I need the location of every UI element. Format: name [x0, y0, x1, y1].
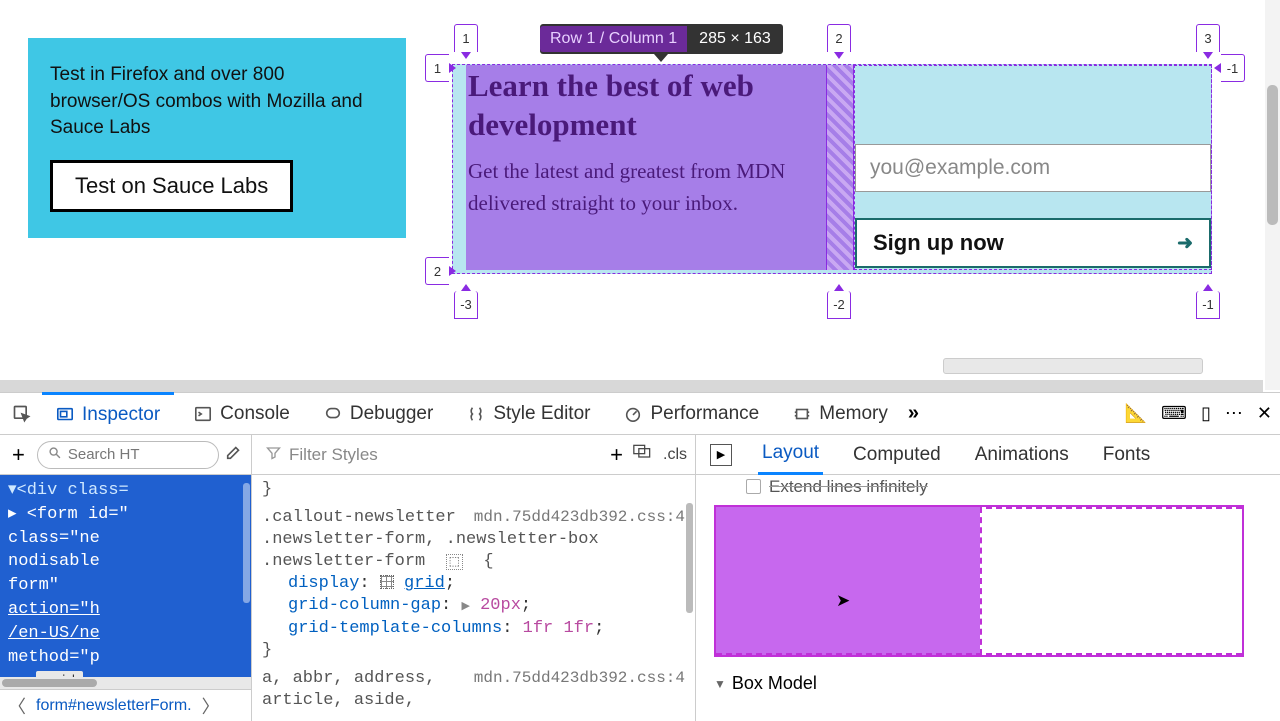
- styles-scrollbar-thumb[interactable]: [686, 503, 693, 613]
- grid-marker-row-2: 2: [425, 257, 449, 285]
- grid-marker-col-2: 2: [827, 24, 851, 52]
- html-tree-scrollbar-thumb[interactable]: [243, 483, 250, 603]
- disclosure-triangle-icon[interactable]: ▼: [714, 677, 726, 691]
- style-editor-icon: [467, 405, 485, 423]
- memory-icon: [793, 405, 811, 423]
- grid-marker-col-3: 3: [1196, 24, 1220, 52]
- debugger-icon: [324, 405, 342, 423]
- grid-marker-col-neg1: -1: [1196, 291, 1220, 319]
- dock-side-icon[interactable]: ▯: [1201, 403, 1211, 425]
- more-options-icon[interactable]: ⋯: [1225, 403, 1243, 424]
- console-icon: [194, 405, 212, 423]
- grid-marker-col-neg3: -3: [454, 291, 478, 319]
- styles-filter-input[interactable]: Filter Styles: [260, 441, 600, 469]
- devtools-toolbar: Inspector Console Debugger Style Editor …: [0, 393, 1280, 435]
- layout-tab-computed[interactable]: Computed: [849, 435, 945, 475]
- html-search-input[interactable]: Search HT: [37, 441, 219, 469]
- add-rule-button[interactable]: +: [610, 442, 623, 468]
- breadcrumb-current[interactable]: form#newsletterForm.: [36, 697, 192, 715]
- arrow-right-icon: ➜: [1177, 232, 1193, 255]
- grid-marker-col-neg2: -2: [827, 291, 851, 319]
- tooltip-cell-label: Row 1 / Column 1: [540, 26, 687, 52]
- page-vertical-scrollbar-thumb[interactable]: [1267, 85, 1278, 225]
- newsletter-form-cell: you@example.com Sign up now ➜: [854, 65, 1212, 270]
- grid-overlay: Learn the best of web development Get th…: [423, 24, 1241, 314]
- close-devtools-icon[interactable]: ✕: [1257, 403, 1272, 424]
- page-horizontal-scrollbar-thumb[interactable]: [943, 358, 1203, 374]
- newsletter-heading: Learn the best of web development: [468, 67, 824, 145]
- breadcrumb-prev-icon[interactable]: 〈: [6, 693, 28, 719]
- element-picker-icon[interactable]: [8, 400, 36, 428]
- selector-highlighter-icon[interactable]: ⬚: [446, 554, 463, 570]
- ruler-icon[interactable]: 📐: [1125, 403, 1147, 424]
- filter-icon: [266, 445, 281, 465]
- grid-marker-row-neg1: -1: [1221, 54, 1245, 82]
- tab-memory[interactable]: Memory: [779, 393, 902, 435]
- layout-tab-fonts[interactable]: Fonts: [1099, 435, 1155, 475]
- html-tree-panel: + Search HT ▾<div class= ▸ <form id=" cl…: [0, 435, 252, 721]
- grid-swatch-icon[interactable]: [380, 575, 394, 589]
- breadcrumb[interactable]: 〈 form#newsletterForm. 〉: [0, 689, 251, 721]
- rule-source-link[interactable]: mdn.75dd423db392.css:4: [474, 507, 685, 528]
- search-icon: [48, 446, 62, 464]
- styles-panel: Filter Styles + .cls } mdn.75dd423db392.…: [252, 435, 696, 721]
- rule-source-link[interactable]: mdn.75dd423db392.css:4: [474, 668, 685, 689]
- email-input[interactable]: you@example.com: [855, 144, 1211, 192]
- layout-tab-layout[interactable]: Layout: [758, 435, 823, 475]
- sauce-labs-callout: Test in Firefox and over 800 browser/OS …: [28, 38, 406, 238]
- tab-console[interactable]: Console: [180, 393, 304, 435]
- grid-marker-col-1: 1: [454, 24, 478, 52]
- pseudo-class-toggle[interactable]: [633, 444, 653, 465]
- grid-container: Learn the best of web development Get th…: [452, 64, 1212, 274]
- grid-cell-tooltip: Row 1 / Column 1 285 × 163: [540, 24, 783, 54]
- callout-text: Test in Firefox and over 800 browser/OS …: [50, 62, 384, 142]
- signup-button[interactable]: Sign up now ➜: [855, 218, 1211, 268]
- styles-rules[interactable]: } mdn.75dd423db392.css:4 .callout-newsle…: [252, 475, 695, 721]
- tab-inspector[interactable]: Inspector: [42, 392, 174, 434]
- tooltip-dimensions: 285 × 163: [687, 26, 783, 52]
- cls-toggle[interactable]: .cls: [663, 446, 687, 464]
- edit-html-icon[interactable]: [225, 443, 245, 466]
- inspector-icon: [56, 406, 74, 424]
- performance-icon: [624, 405, 642, 423]
- value-arrow-icon[interactable]: ▶: [461, 601, 469, 613]
- grid-marker-row-1: 1: [425, 54, 449, 82]
- box-model-section[interactable]: ▼ Box Model: [714, 673, 1262, 694]
- newsletter-text-cell: Learn the best of web development Get th…: [466, 65, 826, 270]
- breadcrumb-next-icon[interactable]: 〉: [200, 693, 222, 719]
- layout-panel: ▶ Layout Computed Animations Fonts Exten…: [696, 435, 1280, 721]
- newsletter-body: Get the latest and greatest from MDN del…: [468, 155, 824, 220]
- grid-preview-diagram[interactable]: [714, 505, 1244, 657]
- signup-button-label: Sign up now: [873, 230, 1004, 256]
- extend-lines-option[interactable]: Extend lines infinitely: [746, 477, 1262, 497]
- layout-tab-animations[interactable]: Animations: [971, 435, 1073, 475]
- tab-debugger[interactable]: Debugger: [310, 393, 447, 435]
- devtools-panel: Inspector Console Debugger Style Editor …: [0, 392, 1280, 720]
- responsive-mode-icon[interactable]: ⌨: [1161, 403, 1187, 424]
- tab-style-editor[interactable]: Style Editor: [453, 393, 604, 435]
- test-sauce-labs-button[interactable]: Test on Sauce Labs: [50, 160, 293, 212]
- tabs-overflow-icon[interactable]: »: [908, 402, 919, 425]
- page-horizontal-scrollbar[interactable]: [0, 380, 1263, 392]
- grid-gap-indicator: [826, 65, 854, 270]
- layout-play-icon[interactable]: ▶: [710, 444, 732, 466]
- add-element-button[interactable]: +: [6, 442, 31, 468]
- html-tree[interactable]: ▾<div class= ▸ <form id=" class="ne nodi…: [0, 475, 251, 677]
- tab-performance[interactable]: Performance: [610, 393, 773, 435]
- html-tree-horizontal-scrollbar[interactable]: [0, 677, 251, 689]
